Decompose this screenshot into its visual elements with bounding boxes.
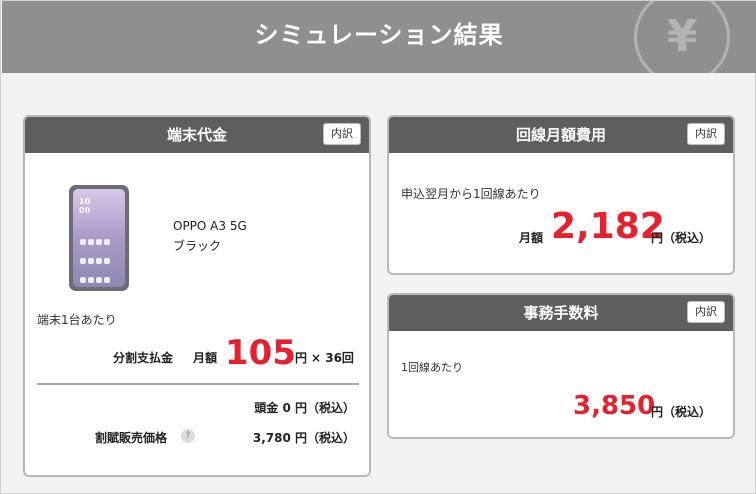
- product-color: ブラック: [173, 239, 222, 253]
- yen-unit: 円: [295, 351, 308, 365]
- per-unit-note: 端末1台あたり: [37, 313, 117, 327]
- monthly-unit: 円（税込）: [650, 231, 711, 245]
- monthly-installment-amount: 105: [225, 333, 296, 373]
- card-title: 回線月額費用: [515, 126, 606, 144]
- card-title: 事務手数料: [523, 304, 599, 322]
- help-icon[interactable]: ?: [181, 429, 195, 443]
- installment-label: 分割支払金: [113, 351, 174, 365]
- phone-image: 10 00: [69, 185, 129, 302]
- phone-app-grid: [79, 231, 119, 307]
- installment-row: 分割支払金 月額 105 円 × 36回: [25, 333, 361, 373]
- fee-note: 1回線あたり: [401, 361, 463, 374]
- card-header: 回線月額費用 内訳: [389, 117, 733, 153]
- simulation-frame: シミュレーション結果 ¥ 端末代金 内訳 10 00 OPPO A3 5G ブラッ…: [0, 0, 756, 494]
- card-header: 端末代金 内訳: [25, 117, 369, 153]
- fee-unit: 円（税込）: [650, 405, 711, 419]
- down-payment: 頭金 0 円（税込）: [254, 401, 355, 415]
- result-banner: シミュレーション結果 ¥: [2, 1, 756, 73]
- installment-count: × 36回: [311, 351, 354, 365]
- fee-amount: 3,850: [573, 391, 656, 421]
- installment-price-label: 割賦販売価格: [95, 431, 168, 445]
- installment-price-value: 3,780 円（税込）: [252, 431, 355, 445]
- divider: [37, 383, 359, 385]
- admin-fee-card: 事務手数料 内訳 1回線あたり 3,850 円（税込）: [387, 293, 735, 439]
- breakdown-button[interactable]: 内訳: [323, 123, 361, 145]
- monthly-label: 月額: [193, 351, 218, 365]
- phone-screen: 10 00: [73, 189, 125, 302]
- monthly-note: 申込翌月から1回線あたり: [401, 187, 541, 201]
- monthly-line-cost-card: 回線月額費用 内訳 申込翌月から1回線あたり 月額 2,182 円（税込）: [387, 115, 735, 275]
- card-title: 端末代金: [166, 126, 227, 144]
- card-header: 事務手数料 内訳: [389, 295, 733, 331]
- yen-icon: ¥: [634, 1, 730, 73]
- device-cost-card: 端末代金 内訳 10 00 OPPO A3 5G ブラック 端末1台あたり 分割支…: [23, 115, 371, 477]
- breakdown-button[interactable]: 内訳: [687, 301, 725, 323]
- phone-clock: 10 00: [79, 197, 91, 215]
- monthly-amount: 2,182: [551, 206, 665, 247]
- product-name: OPPO A3 5G: [173, 219, 247, 233]
- monthly-label: 月額: [519, 231, 544, 245]
- breakdown-button[interactable]: 内訳: [687, 123, 725, 145]
